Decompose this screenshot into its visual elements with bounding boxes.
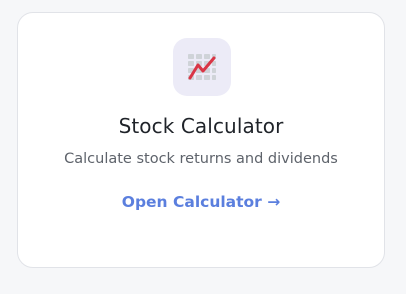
stock-chart-icon — [188, 54, 216, 80]
card-title: Stock Calculator — [118, 114, 284, 138]
open-calculator-link[interactable]: Open Calculator → — [18, 193, 384, 211]
card-subtitle: Calculate stock returns and dividends — [64, 151, 338, 167]
page: Stock Calculator Calculate stock returns… — [0, 0, 406, 294]
icon-tile — [173, 38, 231, 96]
stock-calculator-card[interactable]: Stock Calculator Calculate stock returns… — [17, 12, 385, 268]
